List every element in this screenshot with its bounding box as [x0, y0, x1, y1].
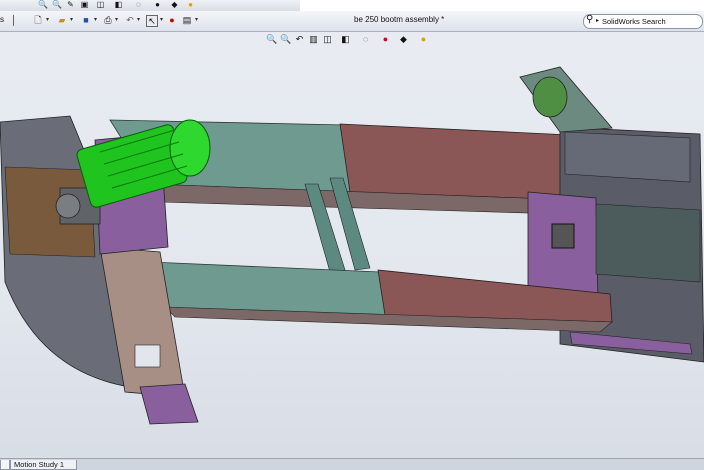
- rebuild-icon[interactable]: ●: [166, 15, 178, 26]
- open-folder-icon[interactable]: ▰: [56, 15, 68, 26]
- document-title: be 250 bootm assembly *: [354, 15, 445, 24]
- sketch-icon[interactable]: ✎: [66, 1, 75, 9]
- save-dropdown-icon[interactable]: ▾: [94, 15, 99, 26]
- head-internal: [595, 203, 701, 283]
- search-icon: ⚲: [586, 14, 594, 25]
- head-top-box: [564, 131, 691, 183]
- print-icon[interactable]: ⎙: [102, 15, 114, 26]
- edit-appearance-icon[interactable]: ●: [153, 1, 162, 9]
- dropdown-icon[interactable]: ●: [186, 1, 195, 9]
- search-box[interactable]: ⚲ ▸ SolidWorks Search: [583, 14, 703, 29]
- cad-model-assembly[interactable]: [0, 32, 704, 458]
- upper-channel-maroon: [339, 123, 576, 201]
- lower-channel-green: [149, 261, 391, 316]
- view-icon[interactable]: ▣: [80, 1, 89, 9]
- new-file-icon[interactable]: 🗋: [32, 15, 44, 26]
- graphics-area[interactable]: 🔍 🔍 ↶ ▥ ◫ ◧ ◌ ● ◆ ●: [0, 32, 704, 458]
- take-up-bracket: [139, 383, 199, 425]
- boot-cleanout: [134, 344, 161, 368]
- select-icon[interactable]: ↖: [146, 15, 158, 27]
- inspection-window: [551, 223, 575, 249]
- left-stub-tab[interactable]: s: [0, 15, 4, 24]
- inlet-opening: [532, 76, 568, 118]
- select-dropdown-icon[interactable]: ▾: [160, 15, 165, 26]
- save-icon[interactable]: ■: [80, 15, 92, 26]
- motor-end-cap: [169, 119, 211, 177]
- new-file-dropdown-icon[interactable]: ▾: [46, 15, 51, 26]
- view-orient-icon[interactable]: ◫: [96, 1, 105, 9]
- zoom-icon[interactable]: 🔍: [38, 1, 48, 9]
- open-dropdown-icon[interactable]: ▾: [70, 15, 75, 26]
- print-dropdown-icon[interactable]: ▾: [115, 15, 120, 26]
- display-icon[interactable]: ◧: [114, 1, 123, 9]
- search-label: SolidWorks Search: [602, 17, 666, 26]
- zoom-area-icon[interactable]: 🔍: [52, 1, 62, 9]
- hide-icon[interactable]: ◌: [134, 1, 143, 9]
- options-dropdown-icon[interactable]: ▾: [195, 15, 200, 26]
- gearbox-shaft: [55, 193, 81, 219]
- scene-icon[interactable]: ◆: [170, 1, 179, 9]
- undo-icon[interactable]: ↶: [124, 15, 136, 26]
- undo-dropdown-icon[interactable]: ▾: [137, 15, 142, 26]
- bottom-tab-bar: Motion Study 1: [0, 458, 704, 470]
- options-icon[interactable]: ▤: [181, 15, 193, 26]
- separator-icon: │: [11, 15, 17, 25]
- search-dropdown-icon[interactable]: ▸: [596, 17, 599, 24]
- top-strip: 🔍 🔍 ✎ ▣ ◫ ◧ ◌ ● ◆ ●: [0, 0, 704, 12]
